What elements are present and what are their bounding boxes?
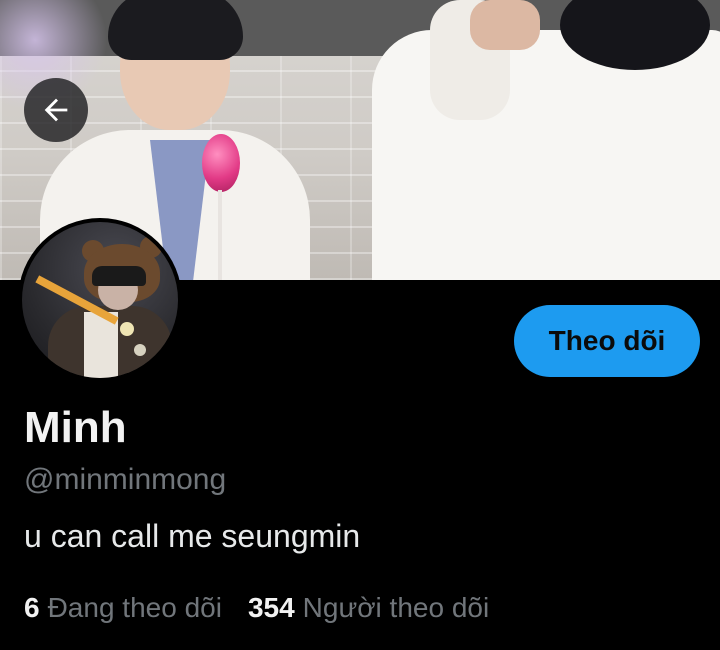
banner-balloon-stick (218, 190, 222, 280)
avatar-pin-badge (134, 344, 146, 356)
following-label: Đang theo dõi (47, 592, 222, 623)
arrow-left-icon (44, 98, 68, 122)
banner-pink-balloon (202, 134, 240, 192)
avatar-photo (22, 222, 178, 378)
followers-stat-link[interactable]: 354 Người theo dõi (248, 591, 489, 625)
profile-avatar[interactable] (18, 218, 182, 382)
banner-person-right-jacket (372, 30, 720, 280)
banner-person-right-hand (470, 0, 540, 50)
profile-display-name: Minh (24, 403, 127, 452)
following-stat-link[interactable]: 6 Đang theo dõi (24, 591, 222, 625)
avatar-hair (92, 266, 146, 286)
follow-button[interactable]: Theo dõi (514, 305, 700, 377)
banner-person-left-hair (108, 0, 243, 60)
followers-count: 354 (247, 592, 295, 623)
profile-bio: u can call me seungmin (24, 518, 361, 554)
followers-label: Người theo dõi (302, 592, 490, 623)
profile-handle: @minminmong (24, 463, 227, 496)
back-button[interactable] (24, 78, 88, 142)
following-count: 6 (24, 592, 40, 623)
avatar-pin-badge (120, 322, 134, 336)
profile-stats: 6 Đang theo dõi 354 Người theo dõi (24, 591, 489, 625)
